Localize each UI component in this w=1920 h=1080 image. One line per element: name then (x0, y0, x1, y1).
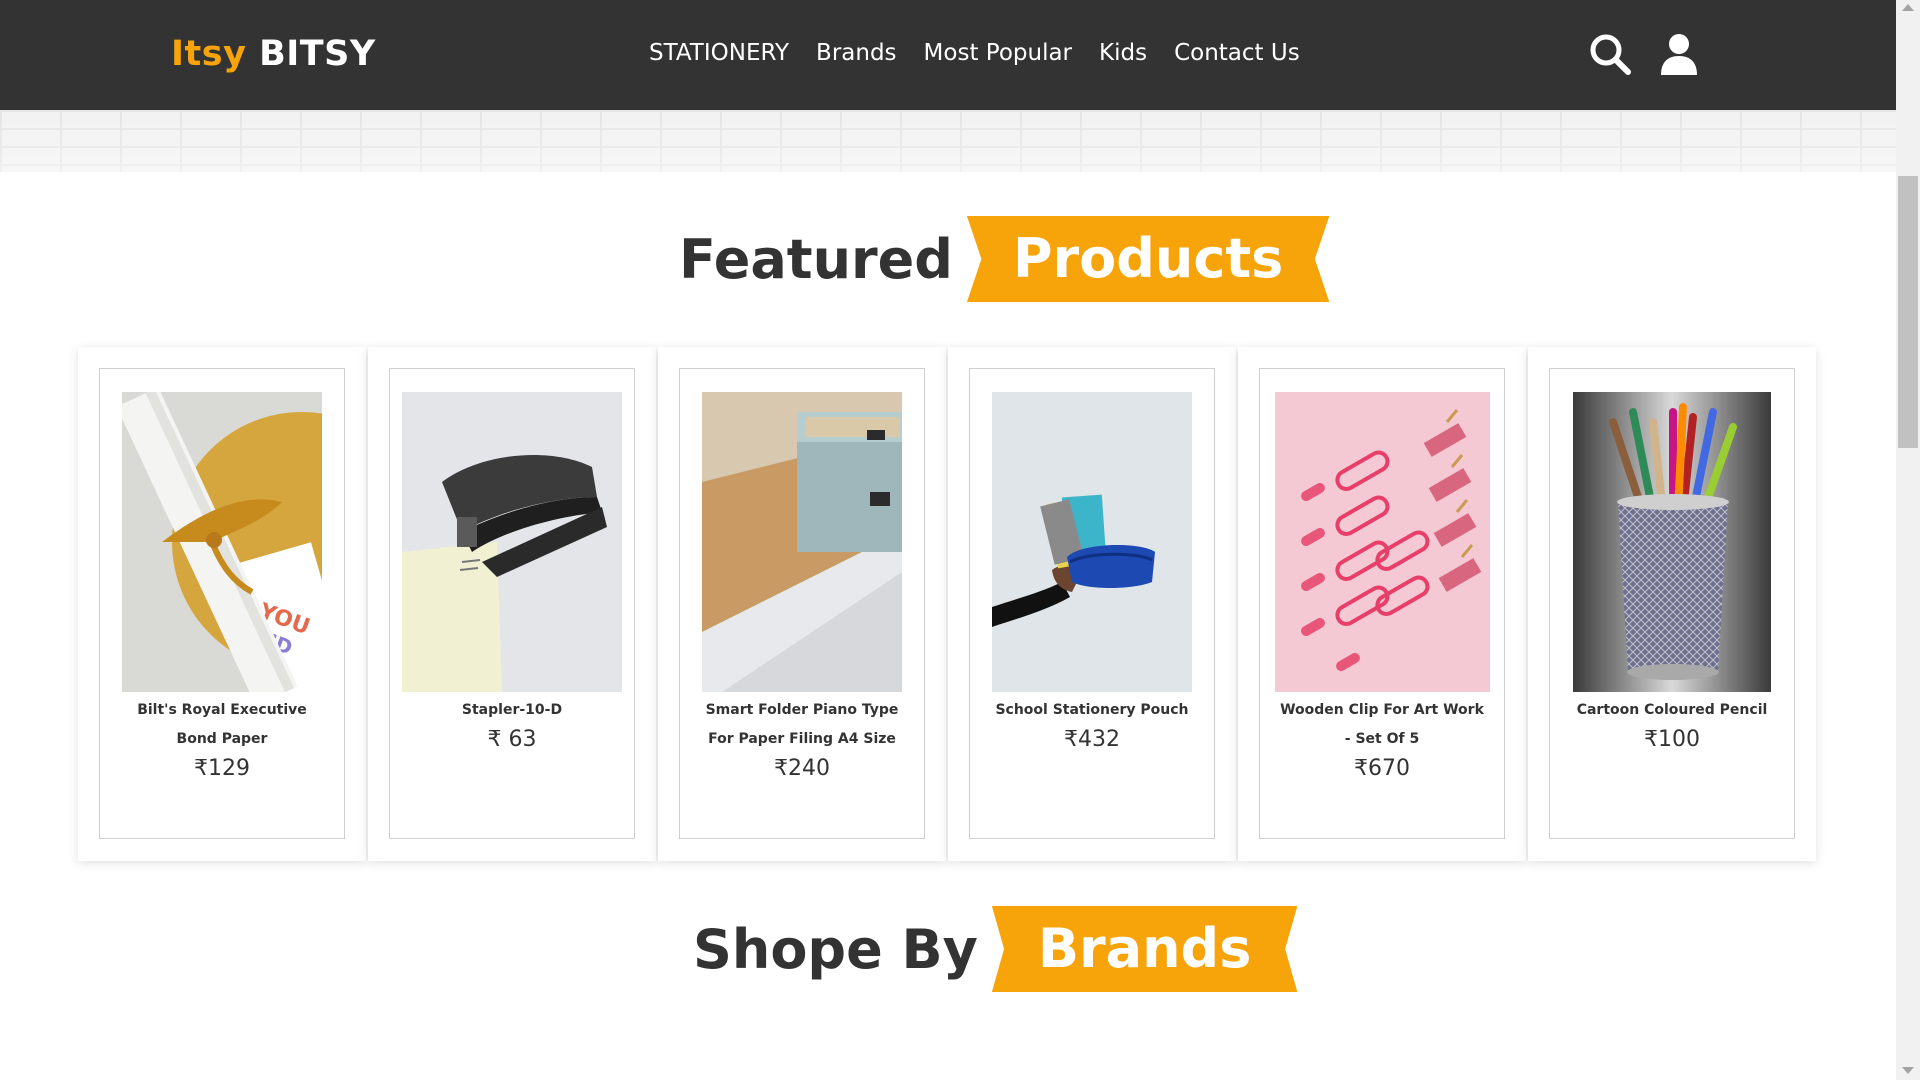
product-title[interactable]: Cartoon Coloured Pencil (1568, 696, 1776, 725)
nav-brands[interactable]: Brands (816, 40, 897, 66)
product-title[interactable]: School Stationery Pouch (988, 696, 1196, 725)
product-card[interactable]: Cartoon Coloured Pencil ₹100 (1528, 347, 1816, 861)
search-icon[interactable] (1588, 32, 1632, 76)
product-title[interactable]: Wooden Clip For Art Work - Set Of 5 (1278, 696, 1486, 754)
product-image[interactable] (702, 392, 902, 692)
featured-products-list: YOU DID IT Bilt's Royal Executive Bond P… (78, 347, 1818, 861)
site-logo[interactable]: Itsy BITSY (171, 34, 376, 74)
scroll-down-arrow-icon[interactable] (1902, 1067, 1914, 1074)
product-card[interactable]: Stapler-10-D ₹ 63 (368, 347, 656, 861)
page-scrollbar[interactable] (1896, 0, 1920, 1080)
nav-stationery[interactable]: STATIONERY (649, 40, 789, 66)
product-price: ₹ 63 (487, 727, 537, 752)
top-navbar: Itsy BITSY STATIONERY Brands Most Popula… (0, 0, 1896, 110)
product-card-inner: Stapler-10-D ₹ 63 (389, 368, 635, 839)
brands-heading-ribbon: Brands (991, 906, 1298, 992)
product-image[interactable] (402, 392, 622, 692)
product-card-inner: Cartoon Coloured Pencil ₹100 (1549, 368, 1795, 839)
product-card[interactable]: Smart Folder Piano Type For Paper Filing… (658, 347, 946, 861)
product-image[interactable] (1573, 392, 1771, 692)
product-price: ₹100 (1644, 727, 1700, 752)
product-card-inner: YOU DID IT Bilt's Royal Executive Bond P… (99, 368, 345, 839)
hero-brick-fade (0, 110, 1896, 172)
product-price: ₹240 (774, 756, 830, 781)
user-icon[interactable] (1657, 32, 1701, 76)
featured-products-heading: Featured Products (679, 215, 1330, 303)
product-card-inner: Smart Folder Piano Type For Paper Filing… (679, 368, 925, 839)
shop-by-brands-heading: Shope By Brands (693, 905, 1298, 993)
product-card-inner: Wooden Clip For Art Work - Set Of 5 ₹670 (1259, 368, 1505, 839)
product-image[interactable] (1274, 392, 1490, 692)
product-price: ₹432 (1064, 727, 1120, 752)
product-image[interactable] (992, 392, 1192, 692)
brands-heading-plain: Shope By (693, 917, 978, 981)
nav-kids[interactable]: Kids (1099, 40, 1147, 66)
product-title[interactable]: Stapler-10-D (408, 696, 616, 725)
nav-contact-us[interactable]: Contact Us (1174, 40, 1300, 66)
product-card-inner: School Stationery Pouch ₹432 (969, 368, 1215, 839)
product-image[interactable]: YOU DID IT (122, 392, 322, 692)
featured-heading-plain: Featured (679, 227, 953, 291)
scroll-thumb[interactable] (1898, 176, 1918, 448)
main-nav: STATIONERY Brands Most Popular Kids Cont… (649, 40, 1327, 66)
product-price: ₹129 (194, 756, 250, 781)
product-card[interactable]: YOU DID IT Bilt's Royal Executive Bond P… (78, 347, 366, 861)
product-card[interactable]: Wooden Clip For Art Work - Set Of 5 ₹670 (1238, 347, 1526, 861)
scroll-up-arrow-icon[interactable] (1902, 4, 1914, 11)
nav-most-popular[interactable]: Most Popular (924, 40, 1072, 66)
product-title[interactable]: Bilt's Royal Executive Bond Paper (118, 696, 326, 754)
nav-icons (1588, 32, 1701, 76)
featured-heading-ribbon: Products (966, 216, 1330, 302)
logo-bitsy[interactable]: BITSY (259, 34, 376, 74)
product-title[interactable]: Smart Folder Piano Type For Paper Filing… (698, 696, 906, 754)
product-price: ₹670 (1354, 756, 1410, 781)
logo-itsy[interactable]: Itsy (171, 34, 246, 74)
product-card[interactable]: School Stationery Pouch ₹432 (948, 347, 1236, 861)
